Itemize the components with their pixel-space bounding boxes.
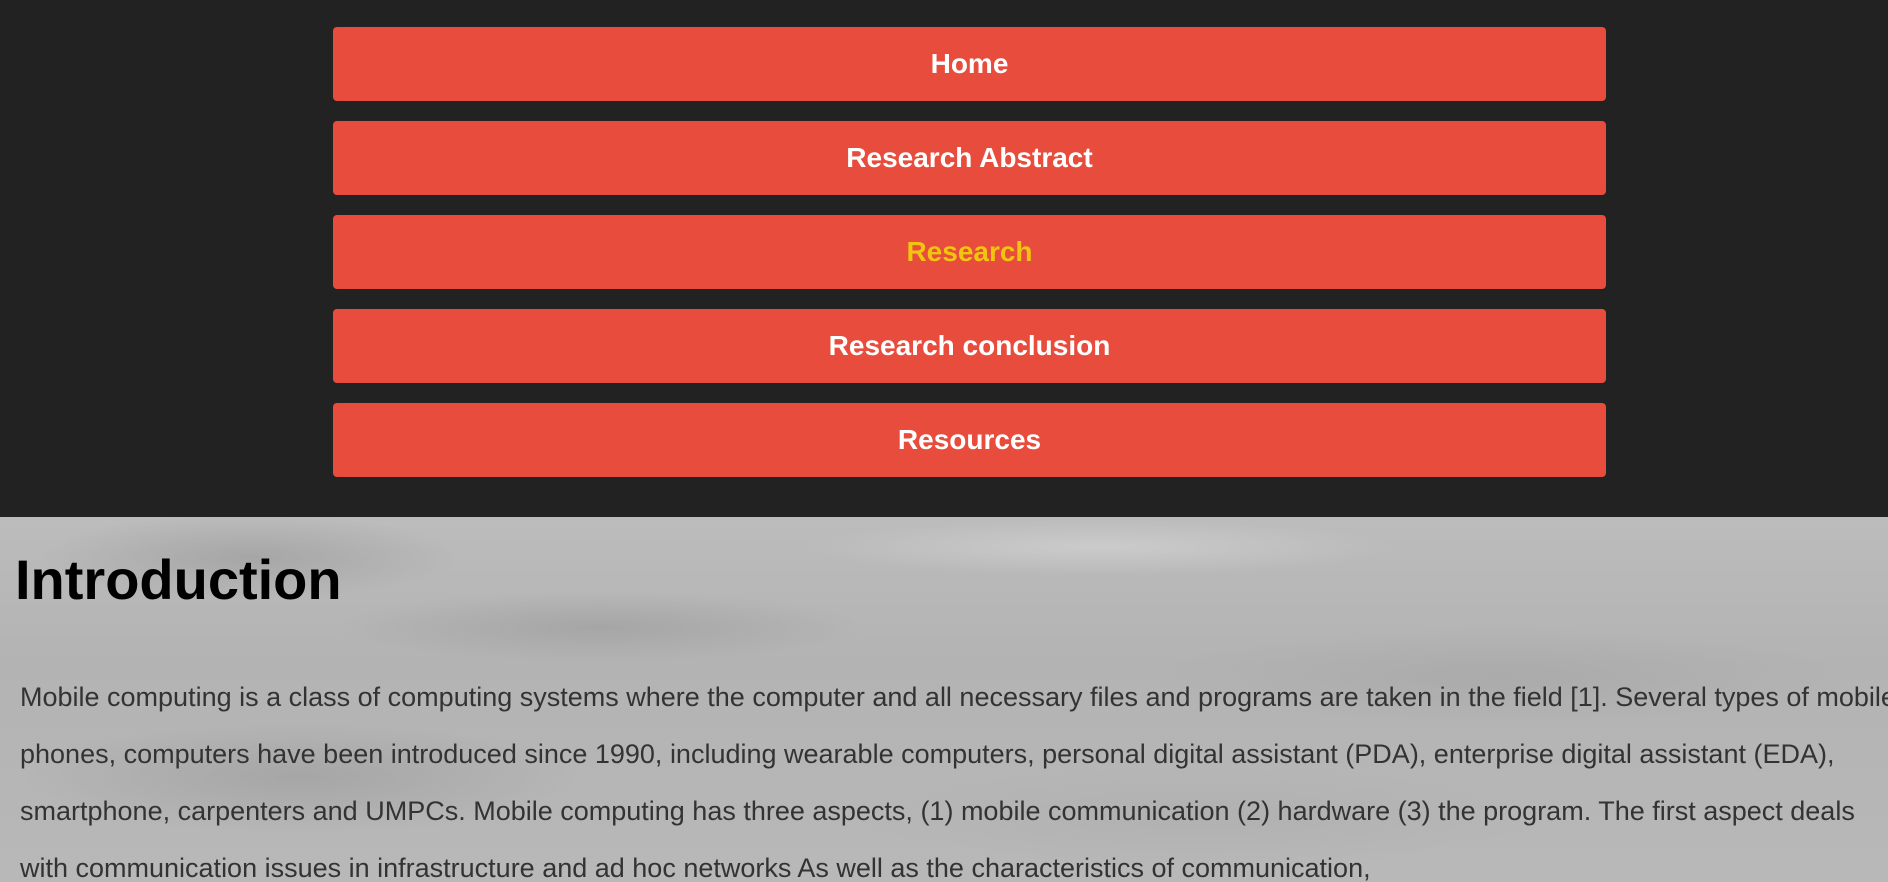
nav-home-button[interactable]: Home: [333, 27, 1606, 101]
intro-paragraph: Mobile computing is a class of computing…: [20, 682, 1888, 882]
content-section: Introduction Mobile computing is a class…: [0, 517, 1888, 882]
nav-research-conclusion-button[interactable]: Research conclusion: [333, 309, 1606, 383]
nav-research-button[interactable]: Research: [333, 215, 1606, 289]
nav-research-abstract-button[interactable]: Research Abstract: [333, 121, 1606, 195]
main-nav: Home Research Abstract Research Research…: [333, 27, 1606, 497]
page-title: Introduction: [15, 548, 342, 611]
header: Home Research Abstract Research Research…: [0, 0, 1888, 517]
nav-resources-button[interactable]: Resources: [333, 403, 1606, 477]
